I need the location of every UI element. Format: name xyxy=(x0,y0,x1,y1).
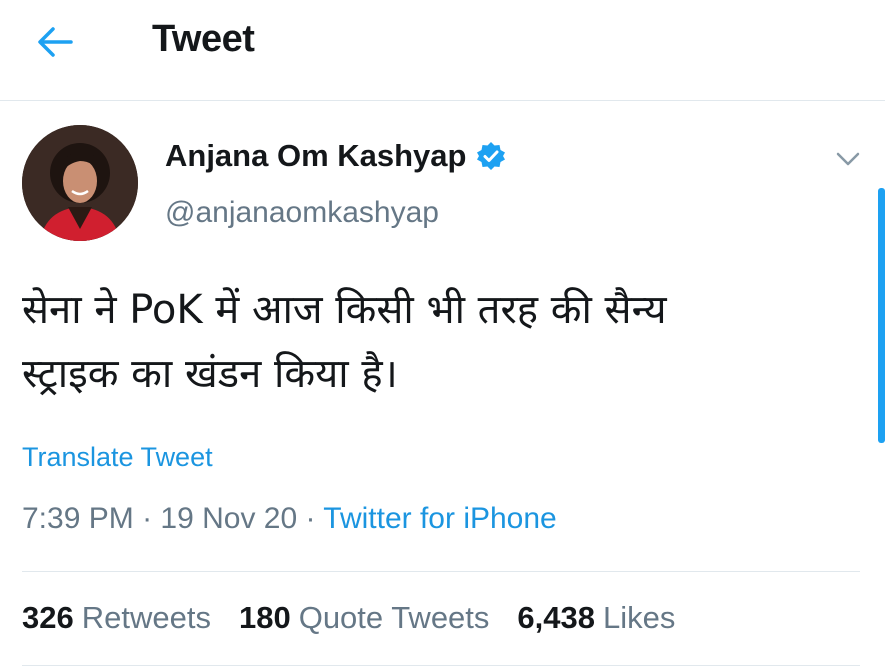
author-handle[interactable]: @anjanaomkashyap xyxy=(165,196,439,230)
retweets-stat[interactable]: 326 Retweets xyxy=(22,600,211,636)
quote-tweets-count: 180 xyxy=(238,600,291,635)
retweets-label: Retweets xyxy=(81,600,211,635)
meta-separator: · xyxy=(297,502,324,535)
page-title: Tweet xyxy=(152,18,255,60)
likes-label: Likes xyxy=(603,600,676,635)
quote-tweets-label: Quote Tweets xyxy=(298,600,490,635)
divider xyxy=(22,571,860,572)
top-bar: Tweet xyxy=(0,0,885,101)
likes-stat[interactable]: 6,438 Likes xyxy=(517,600,675,636)
tweet-menu-button[interactable] xyxy=(828,142,868,176)
tweet-text-line: स्ट्राइक का खंडन किया है। xyxy=(22,351,398,397)
display-name[interactable]: Anjana Om Kashyap xyxy=(165,138,466,174)
back-button[interactable] xyxy=(30,20,80,64)
author-row: Anjana Om Kashyap xyxy=(165,138,506,174)
meta-separator: · xyxy=(133,502,161,535)
chevron-down-icon xyxy=(836,152,860,166)
tweet-stats: 326 Retweets 180 Quote Tweets 6,438 Likes xyxy=(22,600,675,636)
verified-badge-icon xyxy=(477,142,506,170)
tweet-time[interactable]: 7:39 PM xyxy=(22,502,134,535)
tweet-date[interactable]: 19 Nov 20 xyxy=(160,502,297,535)
arrow-left-icon xyxy=(38,27,73,57)
retweets-count: 326 xyxy=(22,600,74,635)
tweet-text-line: सेना ने PoK में आज किसी भी तरह की सैन्य xyxy=(22,287,667,333)
translate-tweet-link[interactable]: Translate Tweet xyxy=(22,442,213,473)
avatar[interactable] xyxy=(22,125,138,241)
likes-count: 6,438 xyxy=(517,600,595,635)
divider xyxy=(22,665,860,666)
scrollbar[interactable] xyxy=(878,188,885,443)
tweet-text: सेना ने PoK में आज किसी भी तरह की सैन्य … xyxy=(22,278,842,406)
quote-tweets-stat[interactable]: 180 Quote Tweets xyxy=(239,600,489,636)
tweet-source-link[interactable]: Twitter for iPhone xyxy=(323,502,556,535)
tweet-metadata: 7:39 PM · 19 Nov 20 · Twitter for iPhone xyxy=(22,502,557,536)
